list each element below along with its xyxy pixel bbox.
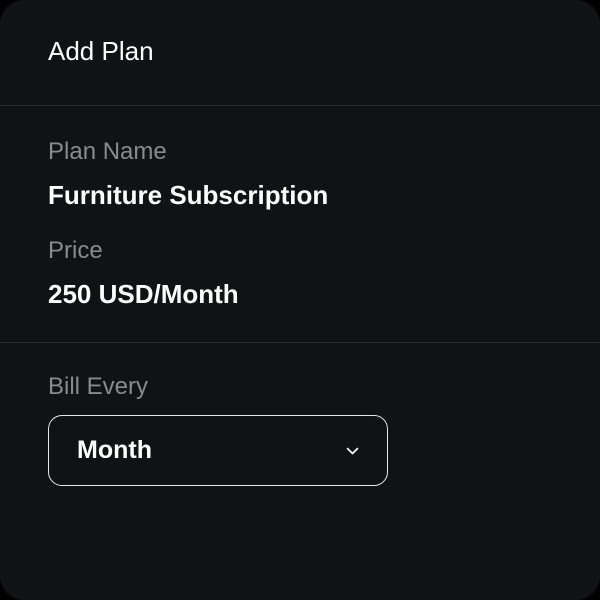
bill-every-value: Month	[77, 436, 152, 465]
plan-name-label: Plan Name	[48, 138, 552, 166]
card-header: Add Plan	[0, 0, 600, 106]
price-label: Price	[48, 237, 552, 265]
bill-every-label: Bill Every	[48, 373, 552, 401]
plan-details-section: Plan Name Furniture Subscription Price 2…	[0, 106, 600, 343]
billing-section: Bill Every Month	[0, 343, 600, 518]
page-title: Add Plan	[48, 36, 552, 67]
plan-name-value[interactable]: Furniture Subscription	[48, 180, 552, 211]
chevron-down-icon	[345, 444, 359, 458]
price-field: Price 250 USD/Month	[48, 237, 552, 310]
price-value[interactable]: 250 USD/Month	[48, 279, 552, 310]
plan-name-field: Plan Name Furniture Subscription	[48, 138, 552, 211]
add-plan-card: Add Plan Plan Name Furniture Subscriptio…	[0, 0, 600, 600]
bill-every-dropdown[interactable]: Month	[48, 415, 388, 486]
